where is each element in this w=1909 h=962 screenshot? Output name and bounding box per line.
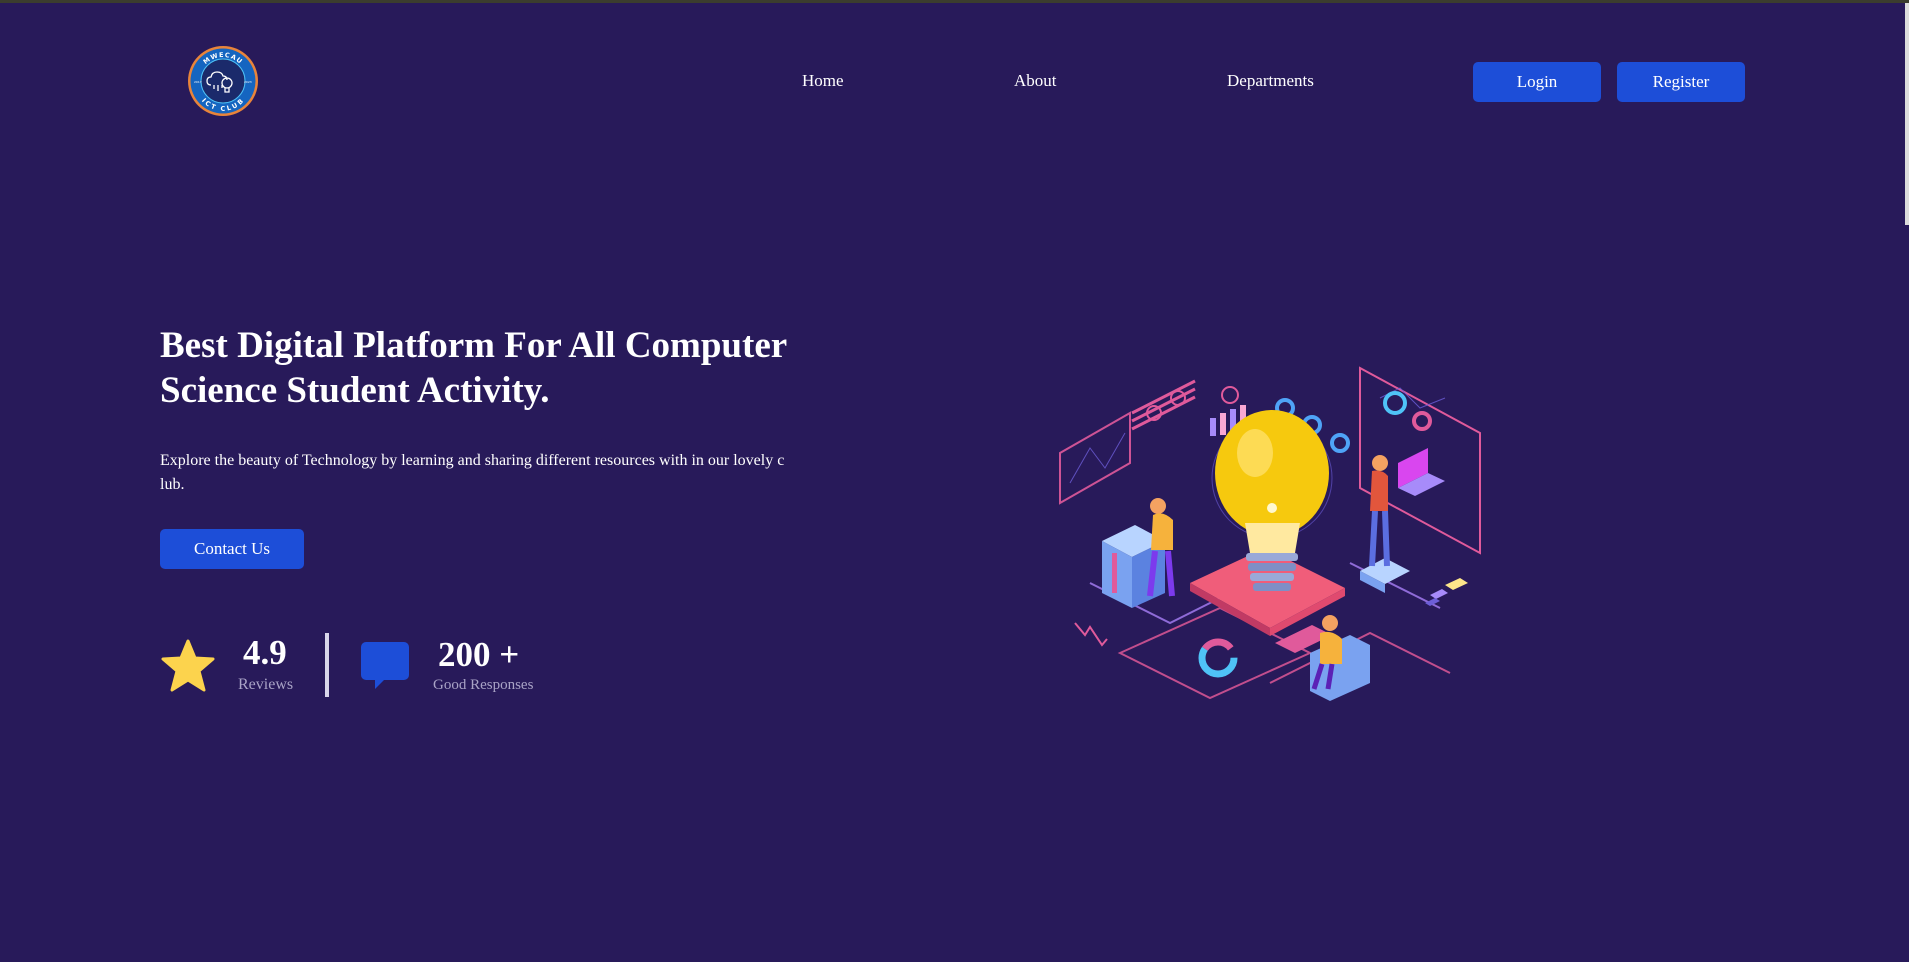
star-icon bbox=[161, 639, 215, 692]
person-right bbox=[1360, 448, 1445, 593]
nav-about-link[interactable]: About bbox=[1014, 69, 1057, 93]
tech-lightbulb-illustration bbox=[1059, 366, 1481, 701]
responses-value: 200 + bbox=[438, 635, 520, 674]
nav-departments-link[interactable]: Departments bbox=[1227, 69, 1314, 93]
zigzag-line bbox=[1074, 622, 1108, 647]
reviews-value: 4.9 bbox=[243, 633, 287, 672]
chat-bubble-icon bbox=[361, 642, 409, 689]
small-cards bbox=[1425, 578, 1468, 606]
logo-right-year: 2023 bbox=[244, 80, 252, 84]
reviews-label: Reviews bbox=[238, 676, 294, 693]
logo-left-year: 2017 bbox=[194, 80, 202, 84]
responses-label: Good Responses bbox=[433, 677, 534, 693]
page-scrollbar[interactable] bbox=[1905, 3, 1909, 225]
stripe-panel bbox=[1131, 379, 1196, 431]
contact-us-button[interactable]: Contact Us bbox=[160, 529, 304, 569]
nav-home-link[interactable]: Home bbox=[802, 69, 844, 93]
club-logo[interactable]: MWECAU ICT CLUB 2017 2023 bbox=[187, 45, 259, 117]
person-left bbox=[1102, 498, 1175, 608]
hero-description: Explore the beauty of Technology by lear… bbox=[160, 452, 785, 493]
donut-chart bbox=[1198, 638, 1238, 678]
person-bottom bbox=[1275, 615, 1370, 701]
login-button[interactable]: Login bbox=[1473, 62, 1601, 102]
lightbulb bbox=[1211, 410, 1333, 591]
stats-divider bbox=[325, 633, 329, 697]
register-button[interactable]: Register bbox=[1617, 62, 1745, 102]
hero-title: Best Digital Platform For All Computer S… bbox=[160, 325, 787, 411]
